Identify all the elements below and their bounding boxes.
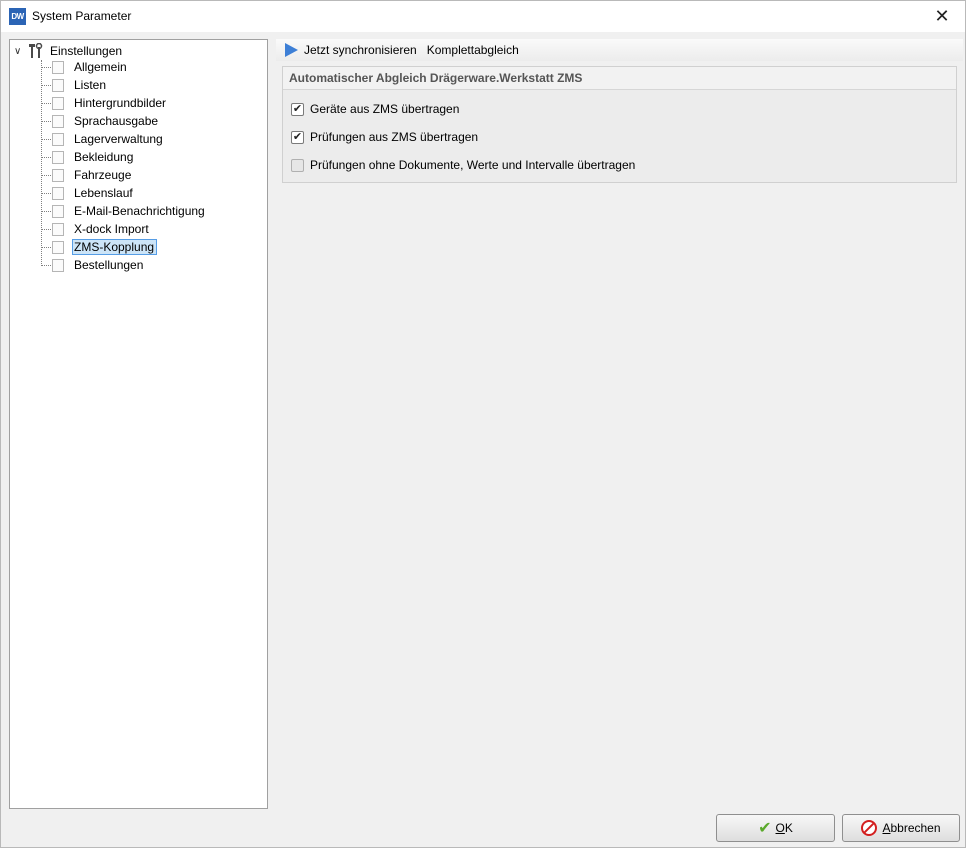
tree-connector	[41, 264, 51, 266]
ok-button[interactable]: ✔ OK	[716, 814, 835, 842]
page-icon	[52, 258, 64, 272]
page-icon	[52, 222, 64, 236]
tree-item-lagerverwaltung[interactable]: Lagerverwaltung	[41, 130, 166, 148]
tree-item-bekleidung[interactable]: Bekleidung	[41, 148, 136, 166]
tree-connector	[41, 120, 51, 122]
full-sync-button[interactable]: Komplettabgleich	[427, 43, 519, 57]
checkbox-checked[interactable]: ✔	[291, 130, 304, 144]
tree-item-lebenslauf[interactable]: Lebenslauf	[41, 184, 136, 202]
tree-item-label: X-dock Import	[74, 222, 149, 236]
group-title: Automatischer Abgleich Drägerware.Werkst…	[283, 67, 956, 90]
cancel-label: Abbrechen	[882, 821, 941, 835]
page-icon	[52, 60, 64, 74]
option-label: Prüfungen aus ZMS übertragen	[310, 130, 479, 144]
page-icon	[52, 186, 64, 200]
action-toolbar: Jetzt synchronisieren Komplettabgleich	[276, 39, 963, 61]
page-icon	[52, 240, 64, 254]
tools-icon	[28, 42, 44, 59]
tree-connector	[41, 210, 51, 212]
option-geraete[interactable]: ✔ Geräte aus ZMS übertragen	[291, 101, 459, 117]
tree-connector	[41, 156, 51, 158]
tree-item-label: Allgemein	[74, 60, 127, 74]
tree-item-label: Sprachausgabe	[74, 114, 159, 128]
tree-item-label: ZMS-Kopplung	[72, 239, 158, 255]
option-pruefungen-ohne-dokumente[interactable]: Prüfungen ohne Dokumente, Werte und Inte…	[291, 157, 635, 173]
tree-item-zms-kopplung[interactable]: ZMS-Kopplung	[41, 238, 158, 256]
tree-connector	[41, 84, 51, 86]
tree-item-email-benachrichtigung[interactable]: E-Mail-Benachrichtigung	[41, 202, 208, 220]
tree-item-listen[interactable]: Listen	[41, 76, 109, 94]
dw-app-icon: DW	[9, 8, 26, 25]
window-title: System Parameter	[32, 9, 132, 23]
cancel-icon	[861, 820, 878, 836]
page-icon	[52, 114, 64, 128]
page-icon	[52, 78, 64, 92]
play-icon[interactable]	[285, 43, 298, 57]
tree-item-label: Lebenslauf	[74, 186, 133, 200]
sync-now-button[interactable]: Jetzt synchronisieren	[304, 43, 417, 57]
page-icon	[52, 168, 64, 182]
tree-connector	[41, 66, 51, 68]
checkbox-unchecked[interactable]	[291, 158, 304, 172]
tree-connector	[41, 138, 51, 140]
tree-connector	[41, 174, 51, 176]
close-icon: ✕	[934, 6, 950, 26]
cancel-button[interactable]: Abbrechen	[842, 814, 960, 842]
settings-tree[interactable]: ∨ Einstellungen Allgemein Listen Hinterg…	[9, 39, 268, 809]
option-label: Geräte aus ZMS übertragen	[310, 102, 460, 116]
tree-item-label: Lagerverwaltung	[74, 132, 163, 146]
checkbox-checked[interactable]: ✔	[291, 102, 304, 116]
tree-item-allgemein[interactable]: Allgemein	[41, 58, 130, 76]
page-icon	[52, 132, 64, 146]
option-label: Prüfungen ohne Dokumente, Werte und Inte…	[310, 158, 636, 172]
tree-connector	[41, 246, 51, 248]
tree-item-label: Bekleidung	[74, 150, 134, 164]
tree-item-label: Listen	[74, 78, 107, 92]
auto-sync-group: Automatischer Abgleich Drägerware.Werkst…	[282, 66, 957, 183]
close-button[interactable]: ✕	[919, 1, 965, 32]
tree-item-label: E-Mail-Benachrichtigung	[74, 204, 205, 218]
page-icon	[52, 150, 64, 164]
tree-connector	[41, 192, 51, 194]
title-bar: DW System Parameter ✕	[1, 1, 965, 32]
page-icon	[52, 96, 64, 110]
option-pruefungen[interactable]: ✔ Prüfungen aus ZMS übertragen	[291, 129, 478, 145]
tree-connector	[41, 228, 51, 230]
tree-item-sprachausgabe[interactable]: Sprachausgabe	[41, 112, 161, 130]
checkmark-icon: ✔	[758, 820, 772, 837]
tree-item-label: Fahrzeuge	[74, 168, 132, 182]
tree-connector	[41, 102, 51, 104]
tree-item-xdock-import[interactable]: X-dock Import	[41, 220, 152, 238]
system-parameter-dialog: DW System Parameter ✕ ∨ Einstellungen Al…	[0, 0, 966, 848]
tree-item-label: Bestellungen	[74, 258, 144, 272]
tree-item-bestellungen[interactable]: Bestellungen	[41, 256, 146, 274]
tree-item-label: Hintergrundbilder	[74, 96, 167, 110]
tree-item-fahrzeuge[interactable]: Fahrzeuge	[41, 166, 134, 184]
tree-item-hintergrundbilder[interactable]: Hintergrundbilder	[41, 94, 169, 112]
tree-root-label: Einstellungen	[50, 44, 123, 58]
ok-label: OK	[775, 821, 793, 835]
chevron-down-icon[interactable]: ∨	[14, 46, 26, 57]
page-icon	[52, 204, 64, 218]
